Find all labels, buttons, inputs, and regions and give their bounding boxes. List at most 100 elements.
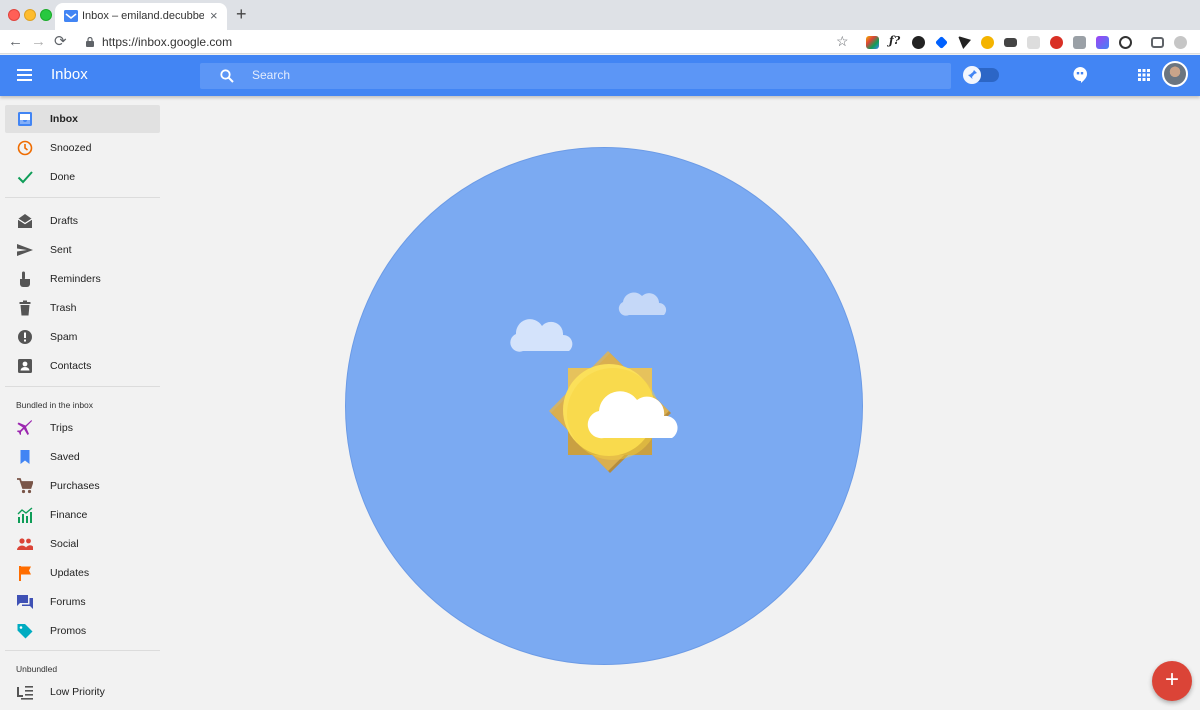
cursor-extension-icon[interactable]: [958, 36, 971, 49]
sidebar-item-label: Sent: [50, 244, 72, 256]
avatar[interactable]: [1162, 61, 1188, 87]
send-icon: [17, 244, 33, 256]
search-icon[interactable]: [220, 69, 234, 83]
unbundled-section-heading: Unbundled: [16, 664, 58, 674]
dropbox-icon[interactable]: [935, 36, 948, 49]
app-header: Inbox: [0, 55, 1200, 96]
extension-icon[interactable]: [1073, 36, 1086, 49]
extension-icon[interactable]: [912, 36, 925, 49]
compose-button[interactable]: +: [1152, 661, 1192, 701]
browser-tab[interactable]: Inbox – emiland.decubber@gm ×: [55, 3, 227, 30]
inbox-zero-illustration: [345, 147, 863, 665]
sidebar-item-social[interactable]: Social: [5, 530, 160, 558]
sidebar-item-low-priority[interactable]: Low Priority: [5, 678, 160, 706]
sidebar-item-label: Purchases: [50, 480, 100, 492]
sidebar-item-trips[interactable]: Trips: [5, 414, 160, 442]
forum-icon: [17, 595, 33, 609]
cart-icon: [17, 478, 33, 494]
sidebar-item-drafts[interactable]: Drafts: [5, 207, 160, 235]
chart-icon: [17, 507, 33, 523]
hangouts-icon[interactable]: [1073, 67, 1087, 83]
sidebar-item-label: Finance: [50, 509, 88, 521]
sidebar-item-label: Reminders: [50, 273, 101, 285]
sidebar-item-label: Updates: [50, 567, 90, 579]
sidebar-item-label: Social: [50, 538, 79, 550]
divider: [5, 197, 160, 198]
sidebar-item-spam[interactable]: Spam: [5, 323, 160, 351]
inbox-icon: [18, 112, 32, 126]
hand-pointer-icon: [20, 271, 30, 287]
sidebar: Inbox Snoozed Done Drafts Sent Reminders…: [0, 96, 160, 710]
alert-icon: [18, 330, 32, 344]
sidebar-item-sent[interactable]: Sent: [5, 236, 160, 264]
bookmark-icon: [20, 450, 30, 464]
sidebar-item-label: Low Priority: [50, 686, 105, 698]
pinned-toggle[interactable]: [963, 66, 999, 84]
url-field[interactable]: https://inbox.google.com ☆: [76, 31, 856, 53]
profile-icon[interactable]: [1174, 36, 1187, 49]
minimize-window-button[interactable]: [24, 9, 36, 21]
people-icon: [17, 538, 33, 550]
sidebar-item-trash[interactable]: Trash: [5, 294, 160, 322]
sidebar-item-saved[interactable]: Saved: [5, 443, 160, 471]
reload-button[interactable]: ⟳: [54, 33, 67, 51]
sidebar-item-label: Forums: [50, 596, 86, 608]
sidebar-item-label: Promos: [50, 625, 87, 637]
forward-button[interactable]: →: [31, 33, 46, 51]
formula-extension-icon[interactable]: ƒ?: [889, 34, 902, 47]
close-window-button[interactable]: [8, 9, 20, 21]
sidebar-item-label: Saved: [50, 451, 80, 463]
browser-address-bar: ← → ⟳ https://inbox.google.com ☆ ƒ?: [0, 30, 1200, 54]
apps-grid-icon[interactable]: [1138, 69, 1150, 81]
sidebar-item-updates[interactable]: Updates: [5, 559, 160, 587]
bookmark-star-icon[interactable]: ☆: [836, 33, 849, 50]
lock-icon: [86, 37, 94, 47]
tab-close-icon[interactable]: ×: [210, 8, 218, 23]
extension-icon[interactable]: [1050, 36, 1063, 49]
page-title: Inbox: [51, 66, 88, 83]
sidebar-item-contacts[interactable]: Contacts: [5, 352, 160, 380]
sidebar-item-label: Trash: [50, 302, 77, 314]
search-input[interactable]: [252, 68, 852, 82]
pin-icon: [963, 66, 981, 84]
clock-icon: [17, 140, 33, 156]
url-text: https://inbox.google.com: [102, 35, 233, 49]
extension-icon[interactable]: [1027, 36, 1040, 49]
mail-extension-icon[interactable]: [1004, 38, 1017, 47]
sidebar-item-finance[interactable]: Finance: [5, 501, 160, 529]
extension-icon[interactable]: [981, 36, 994, 49]
bundled-section-heading: Bundled in the inbox: [16, 400, 94, 410]
sun-and-clouds-icon: [510, 292, 678, 473]
search-box[interactable]: [200, 63, 951, 89]
sidebar-item-forums[interactable]: Forums: [5, 588, 160, 616]
back-button[interactable]: ←: [8, 33, 23, 51]
extension-icon[interactable]: [866, 36, 879, 49]
cast-icon[interactable]: [1151, 37, 1164, 48]
sidebar-item-label: Trips: [50, 422, 73, 434]
check-icon: [17, 171, 33, 184]
menu-icon[interactable]: [17, 69, 32, 81]
sidebar-item-purchases[interactable]: Purchases: [5, 472, 160, 500]
sidebar-item-label: Done: [50, 171, 76, 183]
divider: [5, 386, 160, 387]
inbox-favicon-icon: [64, 10, 78, 22]
extension-icon[interactable]: [1096, 36, 1109, 49]
sidebar-item-inbox[interactable]: Inbox: [5, 105, 160, 133]
airplane-icon: [17, 420, 32, 435]
sidebar-item-label: Drafts: [50, 215, 79, 227]
maximize-window-button[interactable]: [40, 9, 52, 21]
sidebar-item-label: Spam: [50, 331, 78, 343]
info-extension-icon[interactable]: [1119, 36, 1132, 49]
sidebar-item-done[interactable]: Done: [5, 163, 160, 191]
sidebar-item-label: Contacts: [50, 360, 92, 372]
trash-icon: [19, 300, 31, 316]
sidebar-item-promos[interactable]: Promos: [5, 617, 160, 645]
browser-tab-bar: Inbox – emiland.decubber@gm × +: [0, 0, 1200, 30]
sidebar-item-reminders[interactable]: Reminders: [5, 265, 160, 293]
sidebar-item-label: Snoozed: [50, 142, 92, 154]
new-tab-button[interactable]: +: [236, 4, 247, 25]
contact-icon: [18, 359, 32, 373]
tag-icon: [17, 624, 33, 639]
divider: [5, 650, 160, 651]
sidebar-item-snoozed[interactable]: Snoozed: [5, 134, 160, 162]
